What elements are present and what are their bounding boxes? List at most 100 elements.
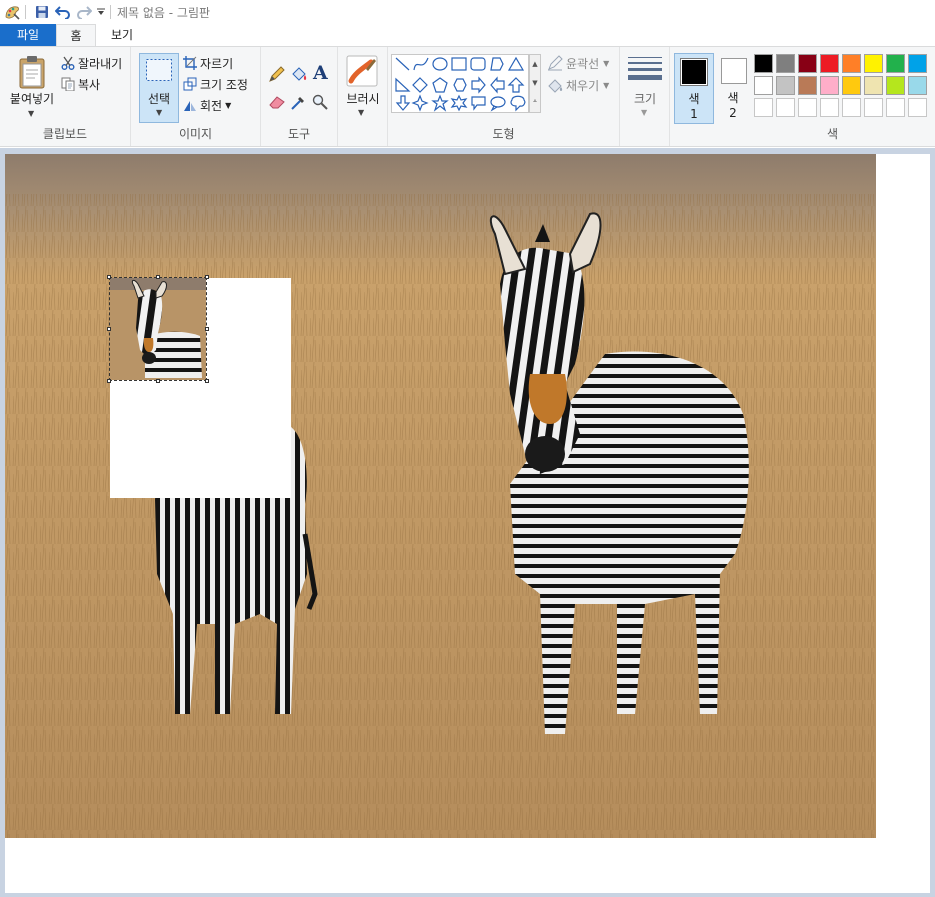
palette-swatch-2-8[interactable] bbox=[908, 76, 927, 95]
color2-swatch bbox=[723, 60, 745, 82]
fill-bucket-icon[interactable] bbox=[290, 65, 308, 83]
custom-color-slot-6[interactable] bbox=[864, 98, 883, 117]
customize-quick-access-icon[interactable] bbox=[96, 3, 106, 21]
custom-color-slot-7[interactable] bbox=[886, 98, 905, 117]
resize-handle-right[interactable] bbox=[205, 327, 209, 331]
select-dropdown-icon[interactable]: ▼ bbox=[156, 108, 162, 117]
stroke-size-icon[interactable] bbox=[628, 56, 662, 82]
palette-swatch-1-8[interactable] bbox=[908, 54, 927, 73]
tools-group: A 도구 bbox=[261, 47, 338, 146]
shapes-group: ▲ ▼ ⩡ 윤곽선 ▼ 채우기 ▼ 도형 bbox=[388, 47, 620, 146]
fill-button[interactable]: 채우기 ▼ bbox=[547, 75, 609, 95]
paint-app-icon[interactable] bbox=[3, 3, 21, 21]
brushes-dropdown-icon[interactable]: ▼ bbox=[358, 108, 364, 117]
resize-handle-bottom-right[interactable] bbox=[205, 379, 209, 383]
selection-rectangle-icon bbox=[146, 59, 172, 81]
paste-dropdown-icon[interactable]: ▼ bbox=[28, 109, 34, 118]
color2-label-bottom: 2 bbox=[729, 106, 737, 120]
resize-handle-top-left[interactable] bbox=[107, 275, 111, 279]
palette-swatch-2-3[interactable] bbox=[798, 76, 817, 95]
shapes-gallery[interactable] bbox=[391, 54, 529, 113]
outline-dropdown-icon[interactable]: ▼ bbox=[603, 59, 609, 68]
palette-swatch-1-3[interactable] bbox=[798, 54, 817, 73]
resize-handle-top-right[interactable] bbox=[205, 275, 209, 279]
brushes-label[interactable]: 브러시 bbox=[333, 90, 393, 107]
copy-icon bbox=[61, 77, 75, 91]
color2-label-top: 색 bbox=[727, 91, 739, 105]
resize-button[interactable]: 크기 조정 bbox=[183, 74, 248, 94]
palette-swatch-1-4[interactable] bbox=[820, 54, 839, 73]
resize-handle-bottom[interactable] bbox=[156, 379, 160, 383]
shapes-gallery-scrollbar[interactable]: ▲ ▼ ⩡ bbox=[529, 54, 541, 113]
palette-swatch-1-7[interactable] bbox=[886, 54, 905, 73]
palette-swatch-1-6[interactable] bbox=[864, 54, 883, 73]
crop-button[interactable]: 자르기 bbox=[183, 53, 233, 73]
text-tool-icon[interactable]: A bbox=[313, 62, 328, 84]
custom-color-slot-2[interactable] bbox=[776, 98, 795, 117]
color2-button[interactable]: 색 2 bbox=[716, 53, 756, 124]
cut-button[interactable]: 잘라내기 bbox=[61, 53, 122, 73]
brush-icon[interactable] bbox=[346, 55, 378, 87]
ribbon-tabs: 파일 홈 보기 bbox=[0, 24, 935, 46]
paste-label: 붙여넣기 bbox=[9, 92, 55, 106]
tab-home[interactable]: 홈 bbox=[56, 24, 96, 46]
resize-handle-left[interactable] bbox=[107, 327, 111, 331]
palette-swatch-2-2[interactable] bbox=[776, 76, 795, 95]
selection-rectangle[interactable] bbox=[107, 275, 209, 383]
size-dropdown-icon[interactable]: ▼ bbox=[641, 108, 647, 117]
rotate-dropdown-icon[interactable]: ▼ bbox=[225, 101, 231, 110]
palette-swatch-2-1[interactable] bbox=[754, 76, 773, 95]
custom-color-slot-5[interactable] bbox=[842, 98, 861, 117]
palette-swatch-2-7[interactable] bbox=[886, 76, 905, 95]
redo-icon[interactable] bbox=[75, 3, 93, 21]
crop-label: 자르기 bbox=[200, 56, 234, 71]
color1-button[interactable]: 색 1 bbox=[674, 53, 714, 124]
outline-icon bbox=[548, 55, 563, 71]
size-label[interactable]: 크기 bbox=[615, 90, 675, 107]
cut-label: 잘라내기 bbox=[78, 56, 123, 71]
tab-file[interactable]: 파일 bbox=[0, 24, 56, 46]
shapes-scroll-down-icon[interactable]: ▼ bbox=[530, 74, 540, 93]
resize-handle-bottom-left[interactable] bbox=[107, 379, 111, 383]
resize-handle-top[interactable] bbox=[156, 275, 160, 279]
colors-group-label: 색 bbox=[826, 127, 839, 141]
paste-icon bbox=[19, 56, 45, 89]
palette-swatch-2-4[interactable] bbox=[820, 76, 839, 95]
ribbon: 붙여넣기 ▼ 잘라내기 복사 클립보드 선택 ▼ 자르기 크기 조정 회전 ▼ bbox=[0, 46, 935, 147]
clipboard-group: 붙여넣기 ▼ 잘라내기 복사 클립보드 bbox=[0, 47, 131, 146]
eraser-icon[interactable] bbox=[268, 95, 286, 109]
crop-icon bbox=[183, 56, 197, 70]
custom-color-slot-8[interactable] bbox=[908, 98, 927, 117]
tab-view[interactable]: 보기 bbox=[100, 24, 144, 46]
rotate-label: 회전 bbox=[200, 98, 223, 113]
magnifier-icon[interactable] bbox=[312, 94, 328, 110]
custom-color-slot-4[interactable] bbox=[820, 98, 839, 117]
pencil-icon[interactable] bbox=[268, 65, 286, 83]
rotate-icon bbox=[184, 101, 196, 111]
canvas-workspace bbox=[0, 148, 935, 897]
color-palette bbox=[754, 54, 935, 120]
title-separator-2 bbox=[110, 5, 111, 19]
rotate-button[interactable]: 회전 ▼ bbox=[183, 95, 231, 115]
tools-group-label: 도구 bbox=[287, 127, 311, 141]
outline-button[interactable]: 윤곽선 ▼ bbox=[547, 53, 609, 73]
palette-swatch-2-5[interactable] bbox=[842, 76, 861, 95]
custom-color-slot-3[interactable] bbox=[798, 98, 817, 117]
color-picker-icon[interactable] bbox=[290, 93, 308, 111]
color1-label-bottom: 1 bbox=[690, 107, 698, 121]
shapes-expand-icon[interactable]: ⩡ bbox=[530, 93, 540, 110]
copy-button[interactable]: 복사 bbox=[61, 74, 100, 94]
save-icon[interactable] bbox=[33, 3, 51, 21]
colors-group: 색 1 색 2 색 bbox=[670, 47, 935, 146]
palette-swatch-1-2[interactable] bbox=[776, 54, 795, 73]
color1-label-top: 색 bbox=[688, 92, 700, 106]
copy-label: 복사 bbox=[78, 77, 101, 92]
drawing-canvas[interactable] bbox=[5, 154, 930, 893]
fill-dropdown-icon[interactable]: ▼ bbox=[603, 81, 609, 90]
undo-icon[interactable] bbox=[54, 3, 72, 21]
shapes-scroll-up-icon[interactable]: ▲ bbox=[530, 55, 540, 74]
palette-swatch-2-6[interactable] bbox=[864, 76, 883, 95]
palette-swatch-1-1[interactable] bbox=[754, 54, 773, 73]
palette-swatch-1-5[interactable] bbox=[842, 54, 861, 73]
custom-color-slot-1[interactable] bbox=[754, 98, 773, 117]
